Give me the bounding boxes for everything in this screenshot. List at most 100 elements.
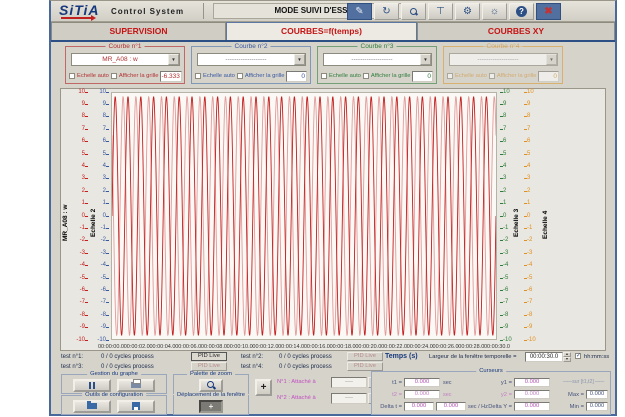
print-graph-button[interactable] xyxy=(117,379,155,392)
pid-live-button[interactable]: PID Live xyxy=(191,352,227,361)
open-config-button[interactable] xyxy=(73,400,111,413)
spinner-down-icon[interactable]: ▼ xyxy=(563,357,571,362)
save-config-button[interactable] xyxy=(117,400,155,413)
window-width-input[interactable]: 00:00:30.0 xyxy=(525,352,563,362)
save-icon xyxy=(132,402,140,410)
curve-panel-3: Courbe n°3-------------------▼Echelle au… xyxy=(317,46,437,84)
afficher-grille-label: Afficher la grille xyxy=(245,73,285,79)
search-button[interactable] xyxy=(401,3,426,20)
afficher-grille-checkbox[interactable] xyxy=(363,73,369,79)
y-tick-label: 2 xyxy=(500,188,506,195)
window-width-label: Largeur de la fenêtre temporelle = xyxy=(429,354,517,360)
pid-live-button[interactable]: PID Live xyxy=(347,362,383,371)
y-tick-label: 5 xyxy=(82,151,88,158)
pin-button[interactable]: ⊤ xyxy=(428,3,453,20)
curve-select-2[interactable]: -------------------▼ xyxy=(197,53,306,66)
y-tick-label: 2 xyxy=(524,188,530,195)
y-tick-label: -5 xyxy=(524,275,532,282)
afficher-grille-checkbox[interactable] xyxy=(237,73,243,79)
y-tick-label: 10 xyxy=(500,89,510,96)
chevron-down-icon[interactable]: ▼ xyxy=(420,54,431,65)
left-axis1-ticks: 109876543210-1-2-3-4-5-6-7-8-9-10 xyxy=(67,89,88,352)
test-label: test n°3: xyxy=(61,364,83,370)
t1-field[interactable]: 0.000 xyxy=(404,378,440,387)
grille-value-field[interactable]: 0 xyxy=(538,71,559,82)
tab-courbes-f-temps-[interactable]: COURBES=f(temps) xyxy=(226,22,417,40)
y-tick-label: 9 xyxy=(500,101,506,108)
afficher-grille-checkbox[interactable] xyxy=(489,73,495,79)
y-tick-label: -9 xyxy=(500,324,508,331)
y-tick-label: -6 xyxy=(524,287,532,294)
logo-suffix: Control System xyxy=(111,7,184,16)
zoom-tool-button[interactable] xyxy=(199,379,223,392)
y2-label: y2 = xyxy=(486,392,512,398)
y-tick-label: -1 xyxy=(80,225,88,232)
afficher-grille-checkbox[interactable] xyxy=(111,73,117,79)
help-button[interactable]: ? xyxy=(509,3,534,20)
edit-mode-button[interactable]: ✎ xyxy=(347,3,372,20)
y1-field[interactable]: 0.000 xyxy=(514,378,550,387)
grille-value-field[interactable]: -6.333 xyxy=(160,71,181,82)
y-tick-label: 10 xyxy=(99,89,109,96)
add-cursor-button[interactable]: + xyxy=(255,379,272,396)
y-tick-label: -8 xyxy=(80,312,88,319)
pid-live-button[interactable]: PID Live xyxy=(191,362,227,371)
cursor1-attach-select[interactable]: ---- xyxy=(331,377,367,388)
echelle-auto-checkbox[interactable] xyxy=(447,73,453,79)
tab-supervision[interactable]: SUPERVISION xyxy=(51,22,226,40)
curve-panel-title: Courbe n°2 xyxy=(232,43,271,50)
y-tick-label: -10 xyxy=(500,337,512,344)
chevron-down-icon[interactable]: ▼ xyxy=(294,54,305,65)
settings-button[interactable]: ⚙ xyxy=(455,3,480,20)
curve-select-1[interactable]: MR_A08 : w▼ xyxy=(71,53,180,66)
echelle-auto-label: Echelle auto xyxy=(455,73,487,79)
pencil-icon: ✎ xyxy=(355,6,363,17)
chevron-down-icon[interactable]: ▼ xyxy=(168,54,179,65)
x-tick-label: 00:00:16.0 xyxy=(304,344,330,350)
y-tick-label: 3 xyxy=(103,175,109,182)
y-tick-label: -3 xyxy=(101,250,109,257)
hhmmss-checkbox[interactable]: ✓ xyxy=(575,353,581,359)
plot-area[interactable] xyxy=(111,92,497,340)
y-tick-label: -2 xyxy=(80,237,88,244)
y2-field[interactable]: 0.000 xyxy=(514,390,550,399)
y-tick-label: 6 xyxy=(103,138,109,145)
pid-live-button[interactable]: PID Live xyxy=(347,352,383,361)
y-tick-label: -1 xyxy=(500,225,508,232)
y-tick-label: -1 xyxy=(524,225,532,232)
grille-value-field[interactable]: 0 xyxy=(286,71,307,82)
curve-select-3[interactable]: -------------------▼ xyxy=(323,53,432,66)
chevron-down-icon[interactable]: ▼ xyxy=(546,54,557,65)
x-axis-title: Temps (s) xyxy=(385,353,418,360)
y-tick-label: -5 xyxy=(500,275,508,282)
echelle-auto-checkbox[interactable] xyxy=(69,73,75,79)
window-move-group: Déplacement de la fenêtre + xyxy=(173,395,249,415)
alarm-button[interactable]: ☼ xyxy=(482,3,507,20)
t2-field[interactable]: 0.000 xyxy=(404,390,440,399)
move-window-button[interactable]: + xyxy=(199,400,223,413)
refresh-button[interactable]: ↻ xyxy=(374,3,399,20)
window-width-spinner[interactable]: ▲▼ xyxy=(563,352,571,362)
y-tick-label: 7 xyxy=(500,126,506,133)
y-tick-label: 4 xyxy=(103,163,109,170)
tab-courbes-xy[interactable]: COURBES XY xyxy=(417,22,615,40)
y-tick-label: -6 xyxy=(80,287,88,294)
y-tick-label: 8 xyxy=(500,113,506,120)
graph-pause-button[interactable] xyxy=(73,379,111,392)
curve-select-4[interactable]: -------------------▼ xyxy=(449,53,558,66)
y-tick-label: -9 xyxy=(524,324,532,331)
grille-value-field[interactable]: 0 xyxy=(412,71,433,82)
logo-underline-arrow xyxy=(61,17,91,19)
y-tick-label: 6 xyxy=(524,138,530,145)
cursors-group: Curseurs t1 = 0.000 sec y1 = 0.000 sur [… xyxy=(371,371,611,415)
close-button[interactable]: ✖ xyxy=(536,3,561,20)
t1-label: t1 = xyxy=(376,380,402,386)
y-tick-label: -3 xyxy=(80,250,88,257)
cursor2-attach-select[interactable]: ---- xyxy=(331,393,367,404)
echelle-auto-checkbox[interactable] xyxy=(321,73,327,79)
screenshot-stage: SiTiA Control System MODE SUIVI D'ESSAI … xyxy=(0,0,625,417)
pause-bars-icon xyxy=(89,382,95,389)
printer-icon xyxy=(131,382,141,388)
cursors-title: Curseurs xyxy=(476,368,506,374)
echelle-auto-checkbox[interactable] xyxy=(195,73,201,79)
